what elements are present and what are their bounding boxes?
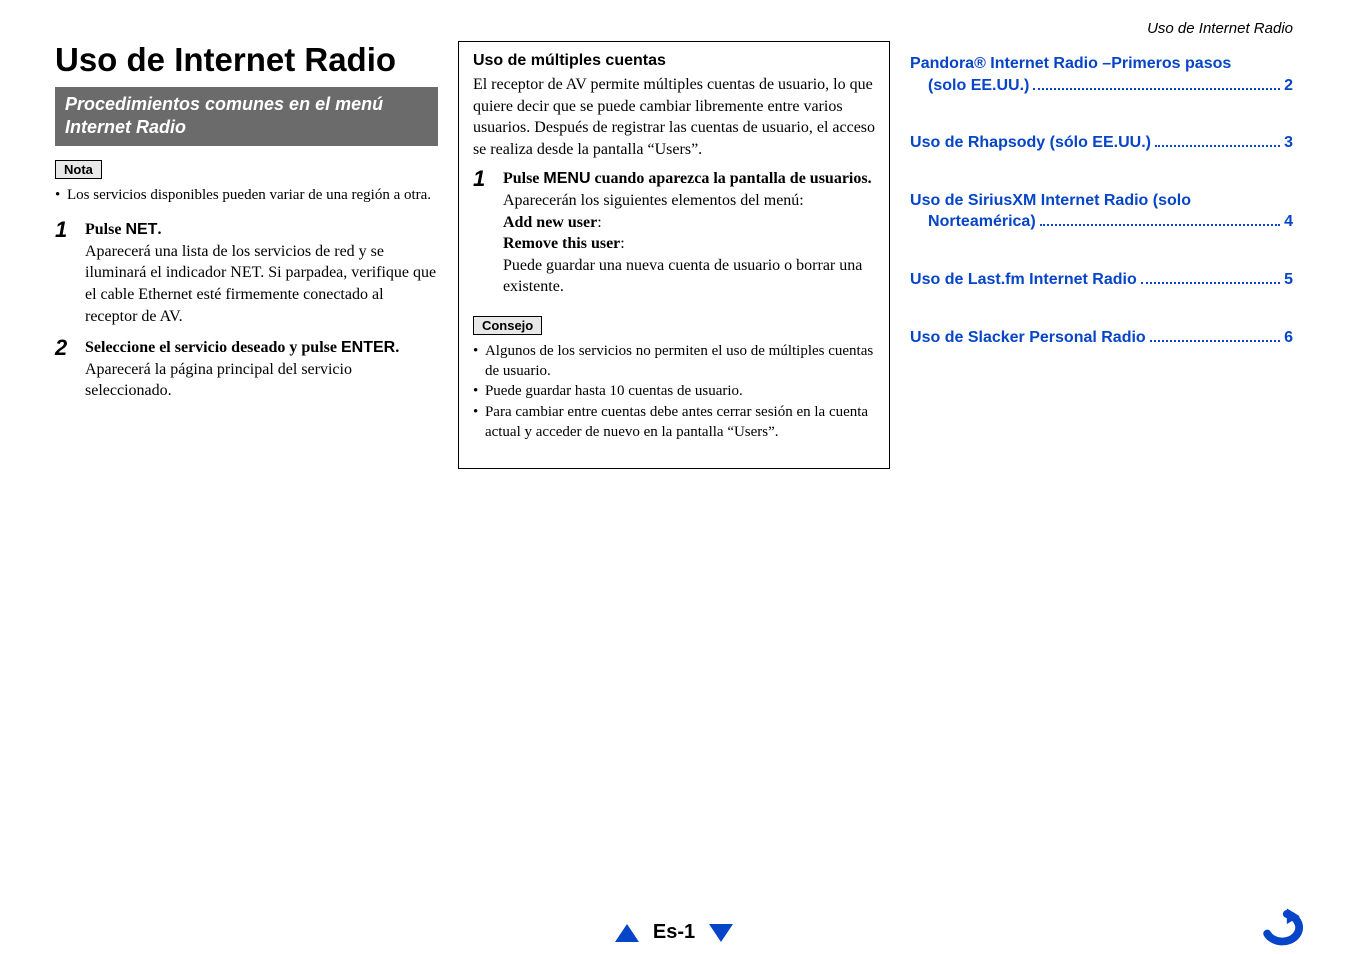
box-heading: Uso de múltiples cuentas xyxy=(473,52,875,70)
tip-item: Puede guardar hasta 10 cuentas de usuari… xyxy=(473,381,875,401)
toc-leaders xyxy=(1155,145,1280,147)
step-lead-pre: Seleccione el servicio deseado y pulse xyxy=(85,339,341,356)
running-head: Uso de Internet Radio xyxy=(55,20,1293,37)
step-lead-post: cuando aparezca la pantalla de usuarios. xyxy=(591,170,872,187)
note-list: Los servicios disponibles pueden variar … xyxy=(55,185,438,205)
toc-text: Uso de Rhapsody (sólo EE.UU.) xyxy=(910,132,1151,154)
back-arrow-icon[interactable] xyxy=(1256,908,1312,948)
note-item: Los servicios disponibles pueden variar … xyxy=(55,185,438,205)
toc-line: Pandora® Internet Radio –Primeros pasos xyxy=(910,53,1293,75)
step-lead-post: . xyxy=(157,221,161,238)
column-1: Uso de Internet Radio Procedimientos com… xyxy=(55,41,438,469)
step-number: 2 xyxy=(55,337,73,402)
toc-leaders xyxy=(1150,340,1280,342)
toc-line: Uso de SiriusXM Internet Radio (solo xyxy=(910,190,1293,212)
toc-text: Uso de SiriusXM Internet Radio (solo xyxy=(910,190,1191,212)
toc-text: (solo EE.UU.) xyxy=(928,75,1029,97)
toc-page: 5 xyxy=(1284,269,1293,291)
toc-line: Uso de Last.fm Internet Radio 5 xyxy=(910,269,1293,291)
page-number: Es-1 xyxy=(653,921,695,944)
page-up-icon[interactable] xyxy=(615,924,639,942)
toc-page: 2 xyxy=(1284,75,1293,97)
toc-entry[interactable]: Uso de Slacker Personal Radio 6 xyxy=(910,327,1293,349)
toc-text: Norteamérica) xyxy=(928,211,1036,233)
step-after: Aparecerán los siguientes elementos del … xyxy=(503,192,804,209)
column-3-toc: Pandora® Internet Radio –Primeros pasos(… xyxy=(910,41,1293,469)
toc-entry[interactable]: Pandora® Internet Radio –Primeros pasos(… xyxy=(910,53,1293,96)
toc-leaders xyxy=(1033,88,1280,90)
pager: Es-1 xyxy=(0,921,1348,944)
step-text: Aparecerá la página principal del servic… xyxy=(85,361,352,400)
step-lead-key: MENU xyxy=(543,170,590,187)
step-lead-pre: Pulse xyxy=(85,221,125,238)
toc-text: Pandora® Internet Radio –Primeros pasos xyxy=(910,53,1231,75)
step-lead-key: NET xyxy=(125,221,157,238)
column-2-frame: Uso de múltiples cuentas El receptor de … xyxy=(458,41,890,469)
step-lead-key: ENTER xyxy=(341,339,395,356)
toc-leaders xyxy=(1040,224,1280,226)
toc-page: 3 xyxy=(1284,132,1293,154)
step-2: 2 Seleccione el servicio deseado y pulse… xyxy=(55,337,438,402)
step-number: 1 xyxy=(55,219,73,327)
toc-text: Uso de Last.fm Internet Radio xyxy=(910,269,1137,291)
toc-text: Uso de Slacker Personal Radio xyxy=(910,327,1146,349)
page-title: Uso de Internet Radio xyxy=(55,41,438,79)
toc-line: Uso de Rhapsody (sólo EE.UU.) 3 xyxy=(910,132,1293,154)
toc-leaders xyxy=(1141,282,1280,284)
step-tail: Puede guardar una nueva cuenta de usuari… xyxy=(503,257,862,296)
box-step-1: 1 Pulse MENU cuando aparezca la pantalla… xyxy=(473,168,875,298)
menu-option-remove: Remove this user xyxy=(503,235,620,252)
tip-item: Algunos de los servicios no permiten el … xyxy=(473,341,875,382)
tip-item: Para cambiar entre cuentas debe antes ce… xyxy=(473,402,875,443)
toc-page: 6 xyxy=(1284,327,1293,349)
step-number: 1 xyxy=(473,168,491,298)
toc-entry[interactable]: Uso de SiriusXM Internet Radio (soloNort… xyxy=(910,190,1293,233)
section-heading-bar: Procedimientos comunes en el menú Intern… xyxy=(55,87,438,146)
note-label: Nota xyxy=(55,160,102,179)
step-1: 1 Pulse NET. Aparecerá una lista de los … xyxy=(55,219,438,327)
page-down-icon[interactable] xyxy=(709,924,733,942)
box-intro: El receptor de AV permite múltiples cuen… xyxy=(473,74,875,160)
toc-entry[interactable]: Uso de Rhapsody (sólo EE.UU.) 3 xyxy=(910,132,1293,154)
toc-line: (solo EE.UU.) 2 xyxy=(910,75,1293,97)
tip-label: Consejo xyxy=(473,316,542,335)
step-text: Aparecerá una lista de los servicios de … xyxy=(85,243,436,325)
toc-line: Norteamérica) 4 xyxy=(910,211,1293,233)
step-body: Pulse MENU cuando aparezca la pantalla d… xyxy=(503,168,875,298)
step-body: Seleccione el servicio deseado y pulse E… xyxy=(85,337,438,402)
tip-list: Algunos de los servicios no permiten el … xyxy=(473,341,875,442)
toc-line: Uso de Slacker Personal Radio 6 xyxy=(910,327,1293,349)
toc-page: 4 xyxy=(1284,211,1293,233)
step-body: Pulse NET. Aparecerá una lista de los se… xyxy=(85,219,438,327)
step-lead-post: . xyxy=(395,339,399,356)
menu-option-add: Add new user xyxy=(503,214,597,231)
step-lead-pre: Pulse xyxy=(503,170,543,187)
toc-entry[interactable]: Uso de Last.fm Internet Radio 5 xyxy=(910,269,1293,291)
